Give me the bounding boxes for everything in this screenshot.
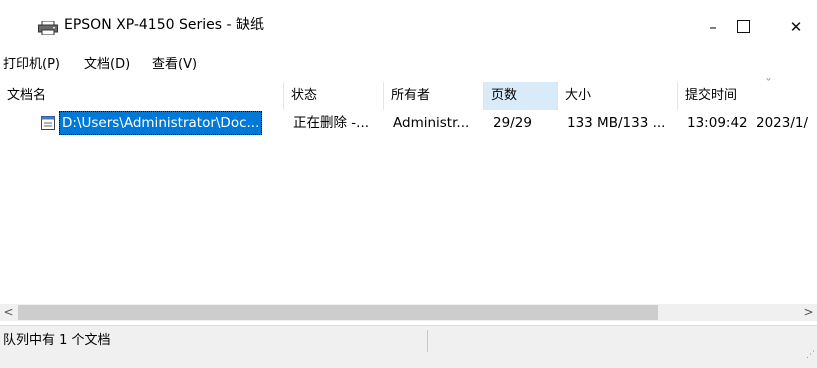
- title-bar[interactable]: EPSON XP-4150 Series - 缺纸 – ✕: [0, 0, 817, 48]
- queue-count-text: 队列中有 1 个文档: [3, 333, 111, 348]
- scroll-right-button[interactable]: >: [800, 304, 817, 321]
- column-header-size[interactable]: 大小: [558, 82, 678, 110]
- print-queue-window: EPSON XP-4150 Series - 缺纸 – ✕ 打印机(P) 文档(…: [0, 0, 817, 368]
- job-status: 正在删除 -...: [293, 115, 370, 131]
- printer-icon: [38, 21, 58, 35]
- job-time: 13:09:42: [687, 115, 748, 131]
- horizontal-scrollbar[interactable]: < >: [0, 304, 817, 321]
- job-size: 133 MB/133 ...: [567, 115, 666, 131]
- job-date: 2023/1/: [756, 115, 809, 131]
- close-button[interactable]: ✕: [781, 17, 811, 37]
- column-header-status[interactable]: 状态: [284, 82, 384, 110]
- column-header-row: 文档名 状态 所有者 页数 大小 提交时间: [0, 82, 817, 110]
- document-icon: [41, 116, 55, 130]
- resize-grip-icon[interactable]: ⋰: [806, 350, 815, 360]
- window-title: EPSON XP-4150 Series - 缺纸: [64, 17, 264, 33]
- column-header-owner[interactable]: 所有者: [384, 82, 484, 110]
- job-owner: Administr...: [393, 115, 470, 131]
- menu-printer[interactable]: 打印机(P): [3, 54, 60, 76]
- menu-document[interactable]: 文档(D): [84, 54, 130, 76]
- menu-bar: 打印机(P) 文档(D) 查看(V): [0, 54, 817, 76]
- scroll-left-button[interactable]: <: [0, 304, 17, 321]
- menu-view[interactable]: 查看(V): [152, 54, 197, 76]
- minimize-button[interactable]: –: [698, 17, 728, 37]
- status-bar: 队列中有 1 个文档 ⋰: [0, 325, 817, 368]
- job-document-name[interactable]: D:\Users\Administrator\Doc...: [59, 111, 263, 135]
- table-row[interactable]: D:\Users\Administrator\Doc... 正在删除 -... …: [0, 111, 817, 135]
- column-header-pages[interactable]: 页数: [484, 82, 558, 110]
- column-header-document-name[interactable]: 文档名: [0, 82, 284, 110]
- scroll-thumb[interactable]: [18, 305, 658, 320]
- column-header-submitted[interactable]: 提交时间: [678, 82, 817, 110]
- status-divider: [427, 330, 428, 352]
- job-pages: 29/29: [493, 115, 532, 131]
- maximize-button[interactable]: [728, 17, 758, 37]
- sort-chevron-icon: ˅: [765, 78, 772, 89]
- maximize-icon: [736, 20, 750, 33]
